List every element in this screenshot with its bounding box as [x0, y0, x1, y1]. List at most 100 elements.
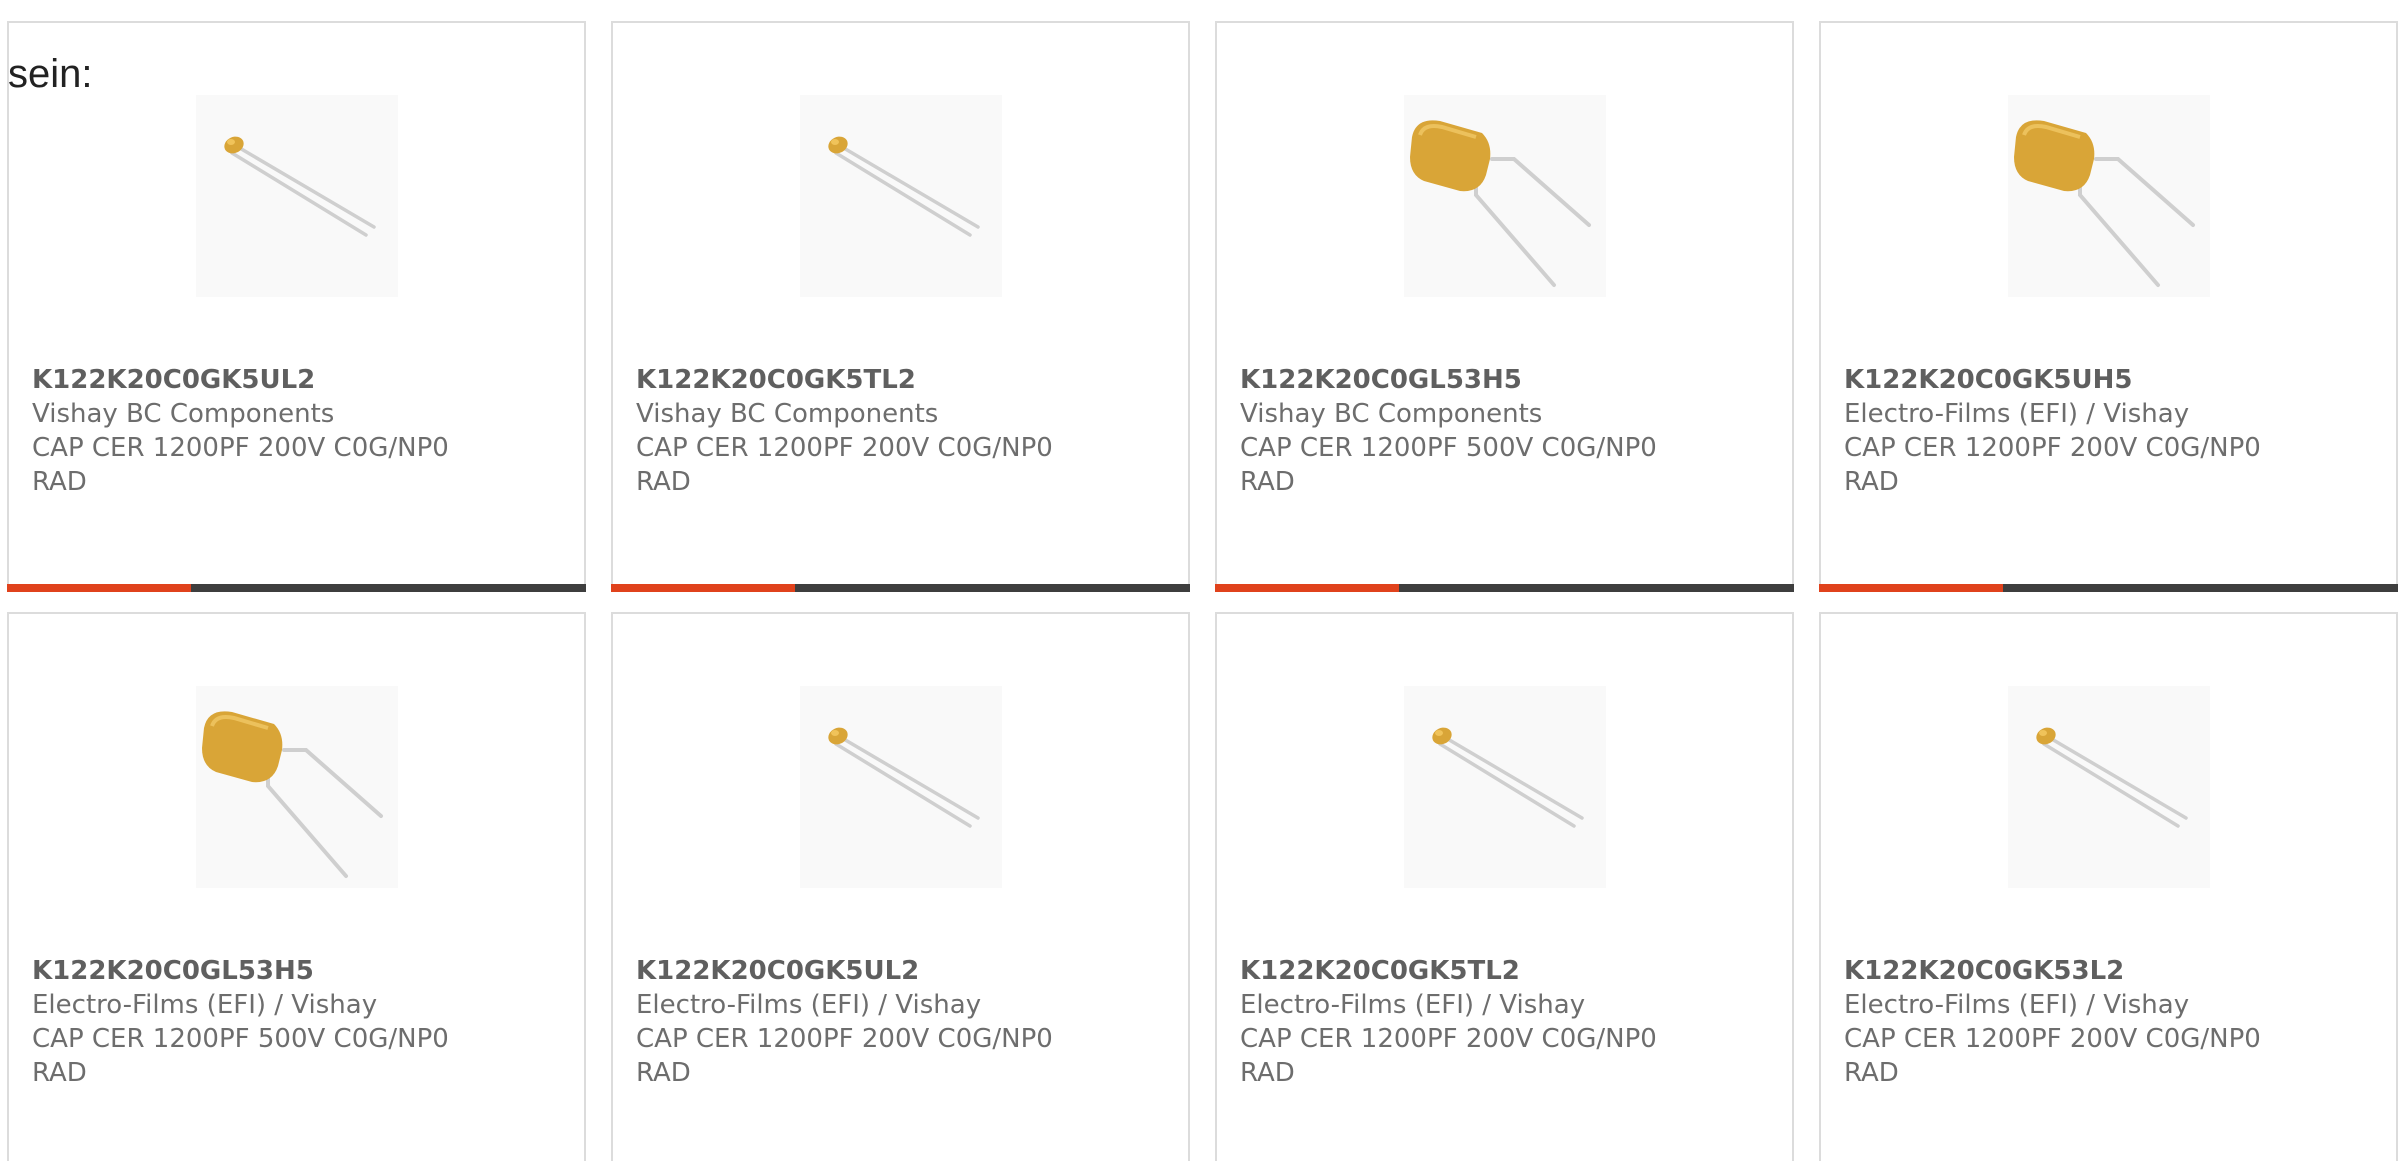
product-info: K122K20C0GK5UL2 Electro-Films (EFI) / Vi…: [636, 954, 1156, 1090]
capacitor-icon: [1410, 120, 1591, 287]
description-label: CAP CER 1200PF 500V C0G/NP0: [1240, 433, 1657, 463]
description-label: CAP CER 1200PF 200V C0G/NP0: [636, 433, 1053, 463]
capacitor-highlight: [2039, 730, 2047, 736]
part-number-link[interactable]: K122K20C0GK5UH5: [1844, 363, 2364, 397]
description-label: CAP CER 1200PF 200V C0G/NP0: [1240, 1024, 1657, 1054]
part-number-link[interactable]: K122K20C0GK5UL2: [636, 954, 1156, 988]
lead-wire: [834, 742, 972, 828]
product-card[interactable]: K122K20C0GK53L2 Electro-Films (EFI) / Vi…: [1819, 612, 2398, 1161]
card-hover-bar: [611, 584, 1190, 592]
bar-dark-segment: [795, 584, 1190, 592]
product-info: K122K20C0GK5TL2 Vishay BC Components CAP…: [636, 363, 1156, 499]
manufacturer-label: Vishay BC Components: [32, 399, 335, 429]
capacitor-icon: [224, 136, 376, 237]
bar-dark-segment: [191, 584, 586, 592]
description-label: CAP CER 1200PF 200V C0G/NP0: [636, 1024, 1053, 1054]
capacitor-highlight: [1435, 730, 1443, 736]
product-image[interactable]: [800, 686, 1002, 888]
capacitor-body: [828, 136, 848, 154]
product-card[interactable]: K122K20C0GL53H5 Electro-Films (EFI) / Vi…: [7, 612, 586, 1161]
manufacturer-label: Vishay BC Components: [1240, 399, 1543, 429]
capacitor-body: [224, 136, 244, 154]
lead-wire: [840, 145, 980, 229]
intro-text: sein:: [8, 52, 93, 96]
product-image[interactable]: [1404, 95, 1606, 297]
lead-wire: [236, 145, 376, 229]
lead-wire: [266, 772, 348, 878]
lead-wire: [840, 736, 980, 820]
capacitor-body: [1432, 727, 1452, 745]
package-label: RAD: [1240, 467, 1295, 497]
bar-dark-segment: [1399, 584, 1794, 592]
manufacturer-label: Electro-Films (EFI) / Vishay: [1240, 990, 1586, 1020]
capacitor-icon: [2036, 727, 2188, 828]
capacitor-icon: [202, 711, 383, 878]
package-label: RAD: [1844, 467, 1899, 497]
bar-accent-segment: [7, 584, 191, 592]
part-number-link[interactable]: K122K20C0GL53H5: [32, 954, 552, 988]
part-number-link[interactable]: K122K20C0GL53H5: [1240, 363, 1760, 397]
capacitor-body: [828, 727, 848, 745]
product-image[interactable]: [2008, 95, 2210, 297]
lead-wire: [1438, 742, 1576, 828]
bar-dark-segment: [2003, 584, 2398, 592]
product-grid: K122K20C0GK5UL2 Vishay BC Components CAP…: [7, 21, 2398, 1161]
product-image[interactable]: [800, 95, 1002, 297]
product-image[interactable]: [1404, 686, 1606, 888]
card-hover-bar: [1215, 584, 1794, 592]
description-label: CAP CER 1200PF 200V C0G/NP0: [32, 433, 449, 463]
package-label: RAD: [32, 467, 87, 497]
card-hover-bar: [1819, 584, 2398, 592]
product-info: K122K20C0GK5UL2 Vishay BC Components CAP…: [32, 363, 552, 499]
product-info: K122K20C0GK5TL2 Electro-Films (EFI) / Vi…: [1240, 954, 1760, 1090]
capacitor-highlight: [227, 139, 235, 145]
lead-wire: [230, 151, 368, 237]
package-label: RAD: [32, 1058, 87, 1088]
product-info: K122K20C0GK53L2 Electro-Films (EFI) / Vi…: [1844, 954, 2364, 1090]
capacitor-highlight: [831, 730, 839, 736]
capacitor-highlight: [831, 139, 839, 145]
package-label: RAD: [636, 467, 691, 497]
manufacturer-label: Electro-Films (EFI) / Vishay: [1844, 399, 2190, 429]
description-label: CAP CER 1200PF 200V C0G/NP0: [1844, 433, 2261, 463]
product-info: K122K20C0GL53H5 Electro-Films (EFI) / Vi…: [32, 954, 552, 1090]
product-card[interactable]: K122K20C0GK5TL2 Electro-Films (EFI) / Vi…: [1215, 612, 1794, 1161]
part-number-link[interactable]: K122K20C0GK5UL2: [32, 363, 552, 397]
lead-wire: [282, 748, 383, 818]
lead-wire: [2048, 736, 2188, 820]
product-card[interactable]: K122K20C0GL53H5 Vishay BC Components CAP…: [1215, 21, 1794, 592]
capacitor-body: [2036, 727, 2056, 745]
bar-accent-segment: [611, 584, 795, 592]
product-card[interactable]: K122K20C0GK5UL2 Vishay BC Components CAP…: [7, 21, 586, 592]
description-label: CAP CER 1200PF 500V C0G/NP0: [32, 1024, 449, 1054]
part-number-link[interactable]: K122K20C0GK53L2: [1844, 954, 2364, 988]
lead-wire: [1490, 157, 1591, 227]
capacitor-icon: [2014, 120, 2195, 287]
product-image[interactable]: [196, 686, 398, 888]
product-card[interactable]: K122K20C0GK5UH5 Electro-Films (EFI) / Vi…: [1819, 21, 2398, 592]
product-listing-page: sein: K122K20C0GK5UL2 Vishay BC Componen…: [0, 0, 2400, 1161]
product-image[interactable]: [196, 95, 398, 297]
capacitor-icon: [828, 727, 980, 828]
description-label: CAP CER 1200PF 200V C0G/NP0: [1844, 1024, 2261, 1054]
manufacturer-label: Electro-Films (EFI) / Vishay: [636, 990, 982, 1020]
bar-accent-segment: [1819, 584, 2003, 592]
card-hover-bar: [7, 584, 586, 592]
part-number-link[interactable]: K122K20C0GK5TL2: [1240, 954, 1760, 988]
lead-wire: [2078, 181, 2160, 287]
product-image[interactable]: [2008, 686, 2210, 888]
part-number-link[interactable]: K122K20C0GK5TL2: [636, 363, 1156, 397]
lead-wire: [2094, 157, 2195, 227]
manufacturer-label: Electro-Films (EFI) / Vishay: [32, 990, 378, 1020]
product-card[interactable]: K122K20C0GK5TL2 Vishay BC Components CAP…: [611, 21, 1190, 592]
package-label: RAD: [1240, 1058, 1295, 1088]
product-info: K122K20C0GL53H5 Vishay BC Components CAP…: [1240, 363, 1760, 499]
lead-wire: [1444, 736, 1584, 820]
package-label: RAD: [1844, 1058, 1899, 1088]
manufacturer-label: Electro-Films (EFI) / Vishay: [1844, 990, 2190, 1020]
product-card[interactable]: K122K20C0GK5UL2 Electro-Films (EFI) / Vi…: [611, 612, 1190, 1161]
capacitor-icon: [1432, 727, 1584, 828]
bar-accent-segment: [1215, 584, 1399, 592]
capacitor-icon: [828, 136, 980, 237]
product-info: K122K20C0GK5UH5 Electro-Films (EFI) / Vi…: [1844, 363, 2364, 499]
